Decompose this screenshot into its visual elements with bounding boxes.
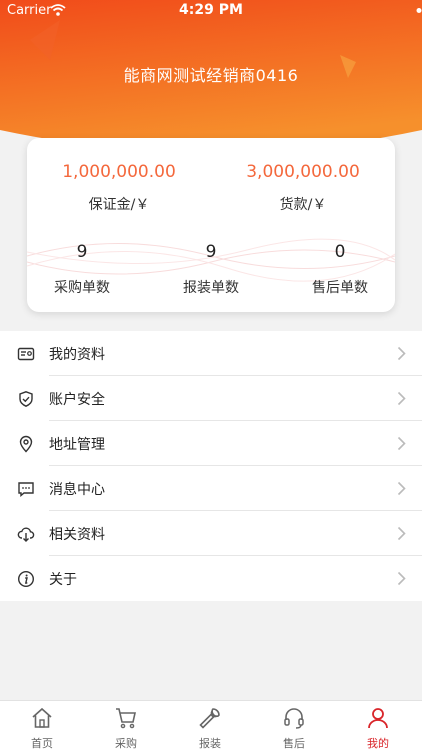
chevron-right-icon (397, 481, 406, 500)
install-count[interactable]: 9 (150, 242, 272, 262)
menu-item-related-documents[interactable]: 相关资料 (0, 511, 422, 556)
cloud-download-icon (17, 525, 35, 543)
chevron-right-icon (397, 571, 406, 590)
shield-icon (17, 390, 35, 408)
tab-mine[interactable]: 我的 (336, 701, 420, 750)
install-count-label[interactable]: 报装单数 (150, 277, 272, 297)
account-summary-card: 1,000,000.00 保证金/￥ 3,000,000.00 货款/￥ 9 采… (27, 138, 395, 312)
home-icon (30, 706, 54, 730)
chevron-right-icon (397, 436, 406, 455)
aftersale-count[interactable]: 0 (279, 242, 395, 262)
bottom-tab-bar: 首页 采购 报装 售后 我的 (0, 700, 422, 750)
menu-item-label: 账户安全 (49, 392, 105, 408)
chevron-right-icon (397, 391, 406, 410)
chevron-right-icon (397, 346, 406, 365)
card-wave-decoration (27, 238, 395, 282)
menu-item-label: 我的资料 (49, 347, 105, 363)
menu-item-about[interactable]: 关于 (0, 556, 422, 601)
person-icon (366, 706, 390, 730)
deposit-amount: 1,000,000.00 (62, 162, 176, 182)
settings-menu: 我的资料 账户安全 地址管理 消息中心 相关资料 关于 (0, 331, 422, 601)
headset-icon (282, 706, 306, 730)
chevron-right-icon (397, 526, 406, 545)
menu-item-address-management[interactable]: 地址管理 (0, 421, 422, 466)
menu-item-label: 关于 (49, 572, 77, 588)
tab-purchase[interactable]: 采购 (84, 701, 168, 750)
id-card-icon (17, 345, 35, 363)
tab-home[interactable]: 首页 (0, 701, 84, 750)
menu-item-label: 地址管理 (49, 437, 105, 453)
info-icon (17, 570, 35, 588)
status-bar: Carrier 4:29 PM (0, 0, 422, 22)
tab-label: 售后 (283, 737, 305, 750)
location-pin-icon (17, 435, 35, 453)
cart-icon (114, 706, 138, 730)
menu-item-my-profile[interactable]: 我的资料 (0, 331, 422, 376)
tab-label: 采购 (115, 737, 137, 750)
menu-item-label: 消息中心 (49, 482, 105, 498)
tab-label: 我的 (367, 737, 389, 750)
menu-item-label: 相关资料 (49, 527, 105, 543)
menu-item-message-center[interactable]: 消息中心 (0, 466, 422, 511)
tab-install[interactable]: 报装 (168, 701, 252, 750)
payment-amount: 3,000,000.00 (246, 162, 360, 182)
purchase-count-label[interactable]: 采购单数 (27, 277, 143, 297)
wrench-icon (198, 706, 222, 730)
tab-label: 首页 (31, 737, 53, 750)
aftersale-count-label[interactable]: 售后单数 (279, 277, 395, 297)
deposit-label: 保证金/￥ (88, 197, 150, 213)
purchase-count[interactable]: 9 (27, 242, 143, 262)
tab-aftersale[interactable]: 售后 (252, 701, 336, 750)
tab-label: 报装 (199, 737, 221, 750)
dealer-name-title: 能商网测试经销商0416 (123, 66, 299, 85)
message-icon (17, 480, 35, 498)
menu-item-account-security[interactable]: 账户安全 (0, 376, 422, 421)
status-time: 4:29 PM (179, 2, 243, 18)
payment-label: 货款/￥ (279, 197, 327, 213)
